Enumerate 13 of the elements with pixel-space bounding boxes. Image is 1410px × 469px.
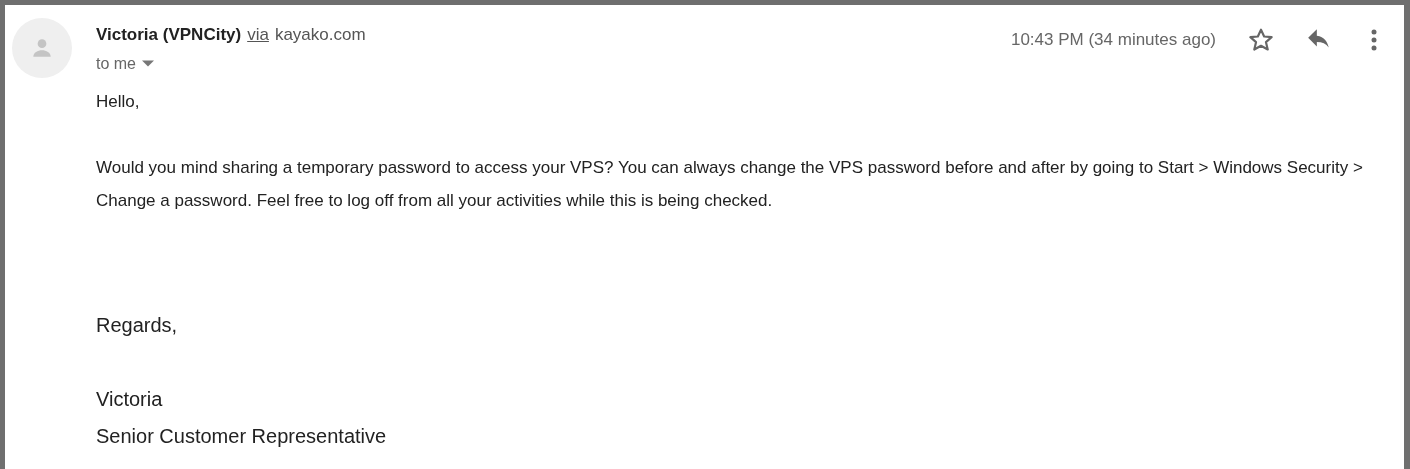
message-body: Would you mind sharing a temporary password to access your VPS? You can always change the VPS password before and after by going to Start > Windows Security > Change a password. Feel free to log off from all your activities while this is being checked. <box>96 157 1364 212</box>
greeting-text: Hello, <box>96 91 141 113</box>
closing-text: Regards, <box>96 313 179 338</box>
sender-domain: kayako.com <box>274 24 366 46</box>
star-icon <box>1248 27 1274 53</box>
signature-line: Victoria <box>96 387 164 412</box>
signature-line: Senior Customer Representative <box>96 424 388 449</box>
recipient-label: to me <box>96 53 136 74</box>
timestamp: 10:43 PM (34 minutes ago) <box>1010 29 1216 52</box>
more-options-icon <box>1371 29 1377 51</box>
via-link[interactable]: via <box>247 22 269 48</box>
dropdown-caret-icon[interactable] <box>142 59 154 68</box>
sender-name: Victoria (VPNCity) <box>96 24 242 46</box>
